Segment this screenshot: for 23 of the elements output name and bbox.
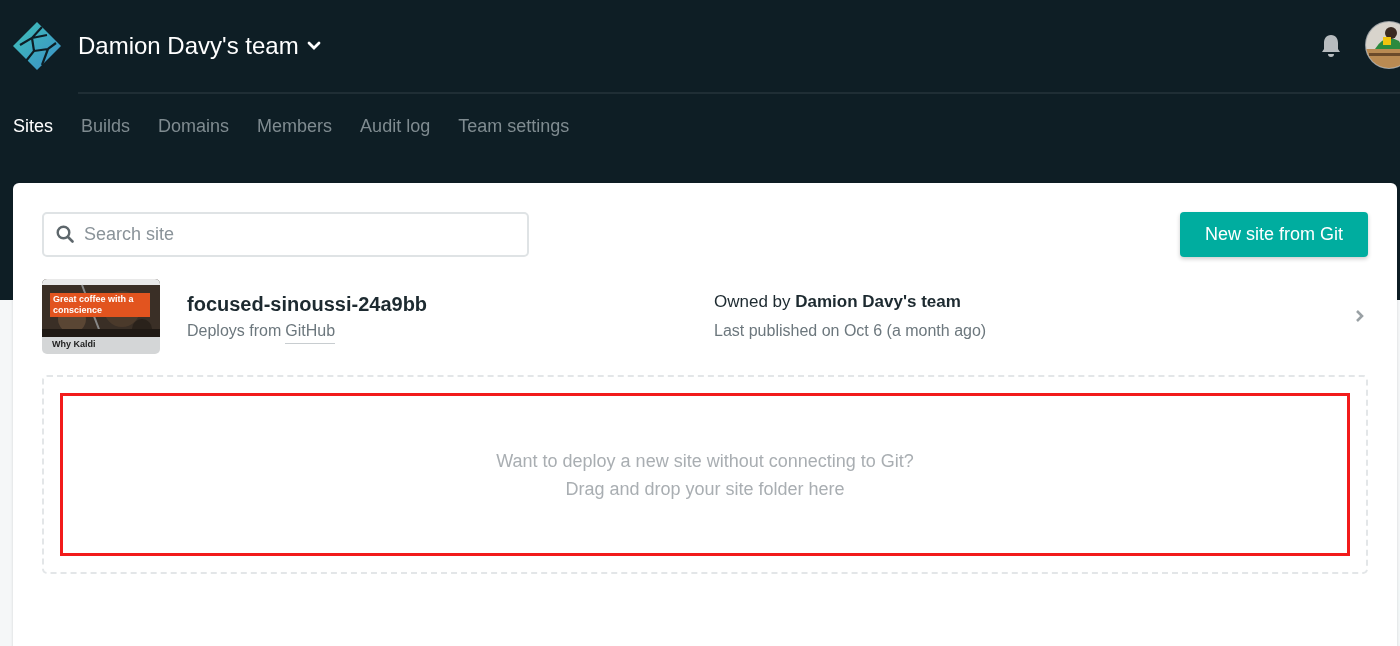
- chevron-right-icon[interactable]: [1355, 309, 1365, 323]
- nav-tab[interactable]: Sites: [13, 112, 54, 140]
- chevron-down-icon: [306, 41, 321, 51]
- source-link[interactable]: GitHub: [285, 318, 336, 344]
- thumbnail-headline: Great coffee with a conscience: [50, 292, 150, 317]
- dropzone-text: Drag and drop your site folder here: [565, 477, 845, 501]
- owner-text: Owned by Damion Davy's team: [714, 291, 962, 314]
- logo-icon: [12, 21, 62, 71]
- search-field[interactable]: Search site: [42, 212, 529, 257]
- dropzone-text: Want to deploy a new site without connecting to Git?: [496, 449, 914, 473]
- nav-tab[interactable]: Audit log: [360, 112, 431, 140]
- nav-tab[interactable]: Team settings: [458, 112, 570, 140]
- nav-tab[interactable]: Builds: [81, 112, 131, 140]
- nav-tab[interactable]: Domains: [158, 112, 230, 140]
- site-name[interactable]: focused-sinoussi-24a9bb: [187, 288, 714, 319]
- notification-bell-icon[interactable]: [1321, 34, 1341, 58]
- nav-tab[interactable]: Members: [257, 112, 333, 140]
- new-site-button[interactable]: New site from Git: [1179, 212, 1368, 257]
- site-thumbnail[interactable]: Great coffee with a conscience Why Kaldi: [42, 278, 160, 354]
- team-switcher[interactable]: Damion Davy's team: [78, 28, 321, 64]
- published-date: Last published on Oct 6 (a month ago): [714, 320, 987, 341]
- thumbnail-text: Why Kaldi: [52, 338, 96, 350]
- deploy-label: Deploys from: [187, 320, 282, 341]
